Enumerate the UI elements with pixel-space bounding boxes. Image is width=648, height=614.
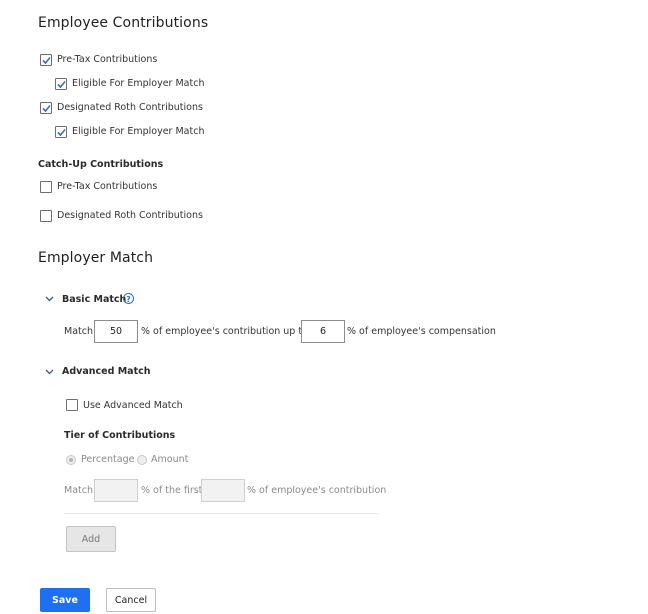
checkbox-catch-up-roth-box[interactable]: [40, 210, 52, 222]
checkbox-pre-tax-label: Pre-Tax Contributions: [57, 54, 158, 65]
checkbox-roth-eligible-match-box[interactable]: [55, 126, 67, 138]
basic-match-compensation-input[interactable]: [301, 320, 345, 343]
radio-percentage-label: Percentage: [81, 454, 135, 465]
basic-match-label: Match: [64, 326, 93, 337]
advanced-match-percent-input[interactable]: [94, 479, 138, 502]
checkbox-pre-tax-eligible-match-label: Eligible For Employer Match: [72, 78, 205, 89]
checkbox-use-advanced-match-label: Use Advanced Match: [83, 400, 183, 411]
chevron-down-icon[interactable]: [45, 296, 54, 302]
add-tier-button[interactable]: Add: [66, 526, 116, 552]
catch-up-title: Catch-Up Contributions: [38, 159, 164, 170]
checkmark-icon: [42, 56, 51, 65]
checkbox-pre-tax-box[interactable]: [40, 54, 52, 66]
checkbox-catch-up-roth-label: Designated Roth Contributions: [57, 210, 203, 221]
checkbox-roth-label: Designated Roth Contributions: [57, 102, 203, 113]
basic-match-middle-text: % of employee's contribution up to: [141, 326, 308, 337]
basic-match-percent-input[interactable]: [94, 320, 138, 343]
advanced-match-title: Advanced Match: [62, 366, 151, 377]
checkbox-roth-eligible-match-label: Eligible For Employer Match: [72, 126, 205, 137]
radio-percentage-button[interactable]: [66, 455, 76, 465]
checkbox-use-advanced-match-box[interactable]: [66, 399, 78, 411]
divider: [64, 513, 378, 514]
advanced-match-end-text: % of employee's contribution: [247, 485, 387, 496]
basic-match-end-text: % of employee's compensation: [347, 326, 496, 337]
advanced-match-label: Match: [64, 485, 93, 496]
save-button[interactable]: Save: [40, 588, 90, 612]
employee-contributions-title: Employee Contributions: [38, 15, 209, 31]
checkmark-icon: [57, 128, 66, 137]
checkmark-icon: [42, 104, 51, 113]
radio-amount-button[interactable]: [137, 455, 147, 465]
radio-amount-label: Amount: [151, 454, 189, 465]
checkbox-catch-up-pre-tax-box[interactable]: [40, 181, 52, 193]
advanced-match-first-input[interactable]: [201, 479, 245, 502]
employer-match-title: Employer Match: [38, 250, 154, 266]
cancel-button[interactable]: Cancel: [106, 588, 156, 612]
checkbox-catch-up-pre-tax-label: Pre-Tax Contributions: [57, 181, 158, 192]
help-icon[interactable]: ?: [123, 293, 134, 304]
chevron-down-icon[interactable]: [45, 369, 54, 375]
advanced-match-middle-text: % of the first: [141, 485, 203, 496]
basic-match-title: Basic Match: [62, 294, 127, 305]
checkmark-icon: [57, 80, 66, 89]
tier-of-contributions-title: Tier of Contributions: [64, 430, 176, 441]
checkbox-pre-tax-eligible-match-box[interactable]: [55, 78, 67, 90]
checkbox-roth-box[interactable]: [40, 102, 52, 114]
